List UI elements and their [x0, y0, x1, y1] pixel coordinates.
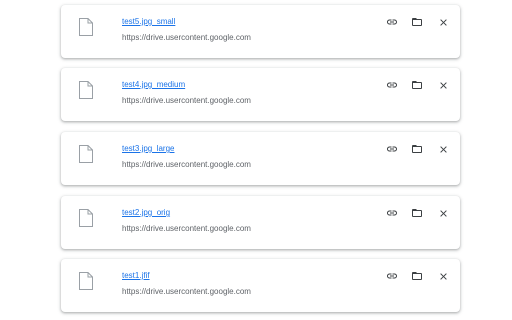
show-in-folder-button[interactable]: [409, 141, 425, 157]
file-name-link[interactable]: test2.jpg_orig: [122, 208, 170, 218]
download-item: test3.jpg_large https://drive.userconten…: [61, 132, 460, 185]
link-icon: [387, 146, 397, 152]
file-icon: [78, 144, 94, 164]
copy-link-button[interactable]: [384, 14, 400, 30]
link-icon: [387, 273, 397, 279]
folder-icon: [412, 18, 422, 26]
copy-link-button[interactable]: [384, 141, 400, 157]
download-item: test2.jpg_orig https://drive.usercontent…: [61, 196, 460, 249]
close-icon: [439, 81, 447, 89]
close-icon: [439, 145, 447, 153]
source-url: https://drive.usercontent.google.com: [122, 96, 251, 105]
source-url: https://drive.usercontent.google.com: [122, 33, 251, 42]
folder-icon: [412, 272, 422, 280]
link-icon: [387, 19, 397, 25]
copy-link-button[interactable]: [384, 205, 400, 221]
link-icon: [387, 210, 397, 216]
source-url: https://drive.usercontent.google.com: [122, 287, 251, 296]
remove-button[interactable]: [435, 77, 451, 93]
downloads-list: test5.jpg_small https://drive.userconten…: [0, 0, 512, 320]
remove-button[interactable]: [435, 14, 451, 30]
download-item: test5.jpg_small https://drive.userconten…: [61, 5, 460, 58]
folder-icon: [412, 209, 422, 217]
file-icon: [78, 17, 94, 37]
file-name-link[interactable]: test1.jfif: [122, 271, 150, 281]
show-in-folder-button[interactable]: [409, 14, 425, 30]
file-name-link[interactable]: test4.jpg_medium: [122, 80, 185, 90]
source-url: https://drive.usercontent.google.com: [122, 224, 251, 233]
folder-icon: [412, 81, 422, 89]
file-icon: [78, 271, 94, 291]
link-icon: [387, 82, 397, 88]
copy-link-button[interactable]: [384, 77, 400, 93]
file-icon: [78, 80, 94, 100]
download-item: test1.jfif https://drive.usercontent.goo…: [61, 259, 460, 312]
remove-button[interactable]: [435, 141, 451, 157]
close-icon: [439, 209, 447, 217]
show-in-folder-button[interactable]: [409, 205, 425, 221]
remove-button[interactable]: [435, 205, 451, 221]
file-name-link[interactable]: test3.jpg_large: [122, 144, 174, 154]
close-icon: [439, 18, 447, 26]
show-in-folder-button[interactable]: [409, 268, 425, 284]
show-in-folder-button[interactable]: [409, 77, 425, 93]
copy-link-button[interactable]: [384, 268, 400, 284]
file-icon: [78, 208, 94, 228]
file-name-link[interactable]: test5.jpg_small: [122, 17, 175, 27]
source-url: https://drive.usercontent.google.com: [122, 160, 251, 169]
download-item: test4.jpg_medium https://drive.userconte…: [61, 68, 460, 121]
folder-icon: [412, 145, 422, 153]
remove-button[interactable]: [435, 268, 451, 284]
close-icon: [439, 272, 447, 280]
